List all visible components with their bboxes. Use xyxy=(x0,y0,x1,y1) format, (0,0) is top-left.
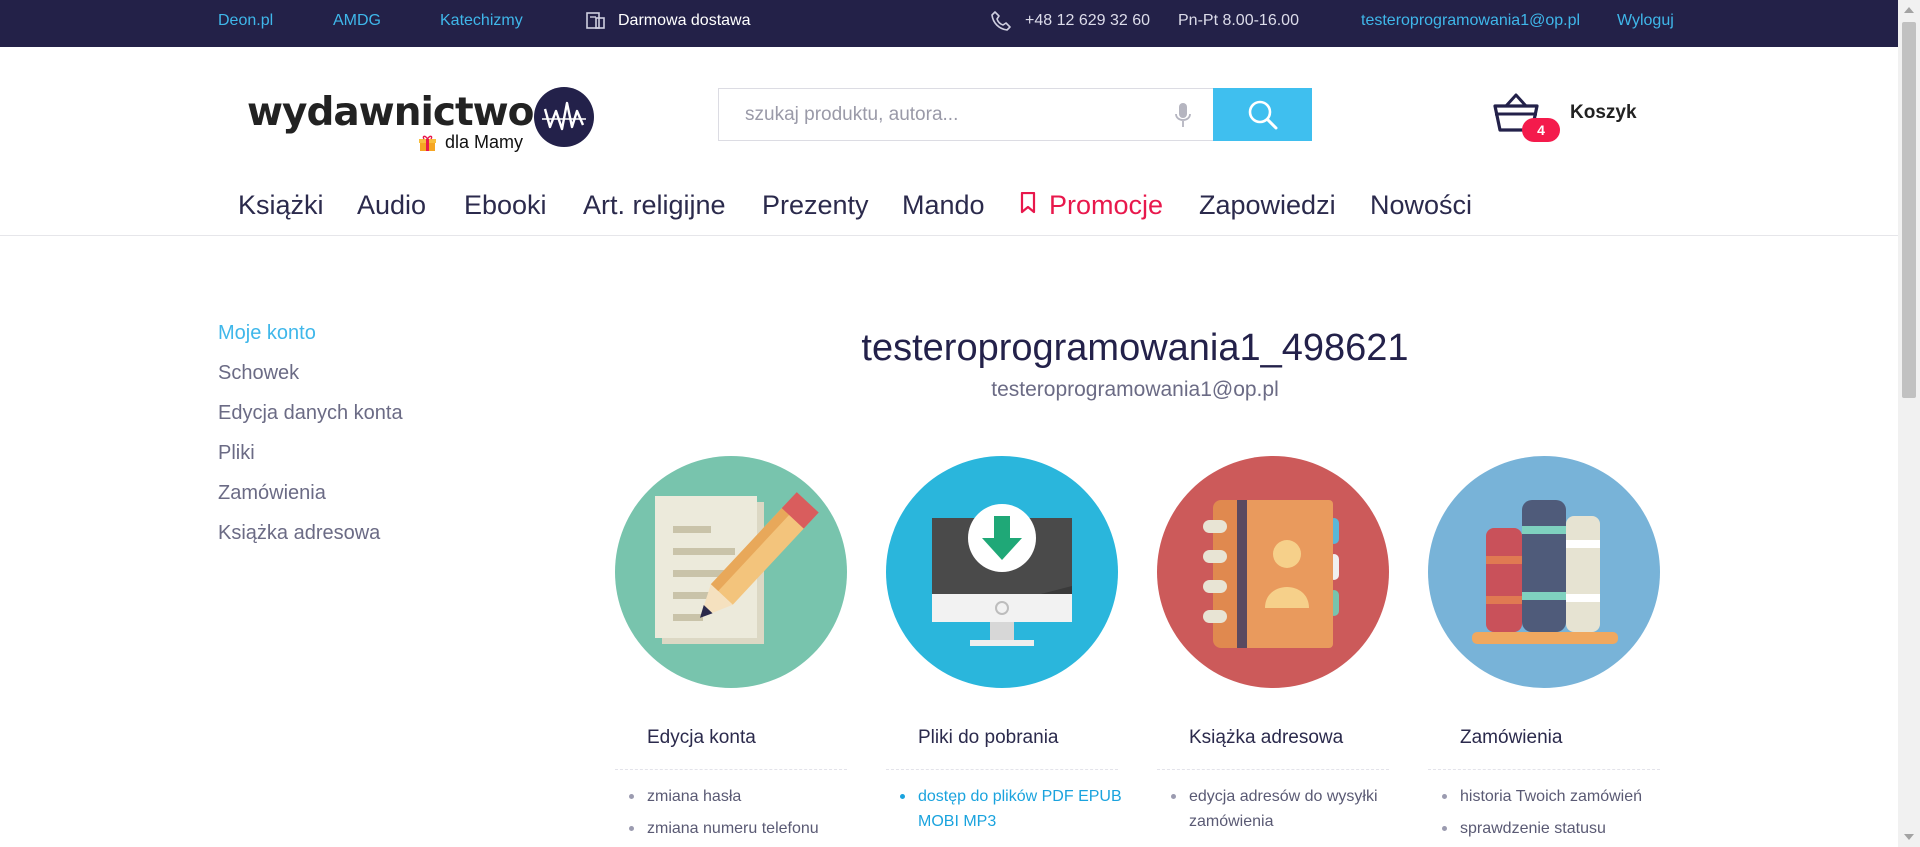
account-email-link[interactable]: testeroprogramowania1@op.pl xyxy=(1361,0,1580,41)
list-item-link[interactable]: dostęp do plików PDF EPUB MOBI MP3 xyxy=(900,784,1128,834)
search-icon xyxy=(1248,100,1277,129)
free-shipping-label: Darmowa dostawa xyxy=(618,12,751,29)
card-pliki-do-pobrania[interactable]: Pliki do pobrania dostęp do plików PDF E… xyxy=(886,456,1122,847)
nav-item-ksiazki[interactable]: Książki xyxy=(238,190,324,221)
nav-item-prezenty[interactable]: Prezenty xyxy=(762,190,869,221)
link-deon[interactable]: Deon.pl xyxy=(218,0,273,41)
card-title[interactable]: Edycja konta xyxy=(647,727,756,749)
sidebar-item-zamowienia[interactable]: Zamówienia xyxy=(218,482,326,505)
card-title[interactable]: Książka adresowa xyxy=(1189,727,1343,749)
sidebar-item-pliki[interactable]: Pliki xyxy=(218,442,255,465)
opening-hours: Pn-Pt 8.00-16.00 xyxy=(1178,12,1299,29)
sidebar-item-edycja-danych[interactable]: Edycja danych konta xyxy=(218,402,403,425)
wam-icon xyxy=(542,101,586,131)
card-title[interactable]: Pliki do pobrania xyxy=(918,727,1058,749)
nav-item-art-religijne[interactable]: Art. religijne xyxy=(583,190,726,221)
logo-tagline: dla Mamy xyxy=(445,132,524,152)
nav-item-mando[interactable]: Mando xyxy=(902,190,985,221)
logout-link[interactable]: Wyloguj xyxy=(1617,0,1674,41)
scroll-down-arrow[interactable] xyxy=(1898,827,1920,847)
phone-number: +48 12 629 32 60 xyxy=(1025,12,1151,29)
sidebar-item-schowek[interactable]: Schowek xyxy=(218,362,299,385)
main-navigation: Książki Audio Ebooki Art. religijne Prez… xyxy=(0,180,1898,236)
top-bar: Deon.pl AMDG Katechizmy Darmowa dostawa … xyxy=(0,0,1898,47)
address-book-icon[interactable] xyxy=(1157,456,1389,688)
bookmark-icon xyxy=(1020,192,1036,214)
link-katechizmy[interactable]: Katechizmy xyxy=(440,0,523,41)
search-bar xyxy=(718,88,1312,141)
nav-item-nowosci[interactable]: Nowości xyxy=(1370,190,1472,221)
card-edycja-konta[interactable]: Edycja konta zmiana hasła zmiana numeru … xyxy=(615,456,847,847)
link-amdg[interactable]: AMDG xyxy=(333,0,381,41)
search-button[interactable] xyxy=(1213,88,1312,141)
nav-item-promocje[interactable]: Promocje xyxy=(1049,190,1163,221)
logo-badge xyxy=(534,87,594,147)
nav-item-audio[interactable]: Audio xyxy=(357,190,426,221)
list-item: zmiana hasła xyxy=(629,784,857,809)
list-item: sprawdzenie statusu xyxy=(1442,816,1670,841)
nav-item-ebooki[interactable]: Ebooki xyxy=(464,190,547,221)
site-logo[interactable]: wydawnictwo dla Mamy xyxy=(247,84,597,156)
cart-button[interactable]: 4 Koszyk xyxy=(1492,92,1642,147)
download-monitor-icon[interactable] xyxy=(886,456,1118,688)
nav-item-zapowiedzi[interactable]: Zapowiedzi xyxy=(1199,190,1336,221)
edit-document-icon[interactable] xyxy=(615,456,847,688)
card-divider xyxy=(886,769,1118,770)
microphone-icon[interactable] xyxy=(1175,102,1191,128)
card-divider xyxy=(1157,769,1389,770)
search-input[interactable] xyxy=(719,89,1189,140)
scrollbar-thumb[interactable] xyxy=(1902,22,1916,398)
list-item: zmiana numeru telefonu xyxy=(629,816,857,841)
list-item: historia Twoich zamówień xyxy=(1442,784,1670,809)
phone-icon xyxy=(991,11,1011,31)
cart-label: Koszyk xyxy=(1570,102,1637,123)
sidebar-item-ksiazka-adresowa[interactable]: Książka adresowa xyxy=(218,522,380,545)
package-icon xyxy=(586,12,605,29)
gift-icon xyxy=(419,135,436,151)
card-zamowienia[interactable]: Zamówienia historia Twoich zamówień spra… xyxy=(1428,456,1660,847)
cart-count-badge: 4 xyxy=(1522,118,1560,142)
page-scrollbar[interactable] xyxy=(1898,0,1920,847)
profile-email: testeroprogramowania1@op.pl xyxy=(991,378,1279,401)
card-ksiazka-adresowa[interactable]: Książka adresowa edycja adresów do wysył… xyxy=(1157,456,1389,847)
card-divider xyxy=(615,769,847,770)
profile-username: testeroprogramowania1_498621 xyxy=(861,327,1409,369)
sidebar-item-moje-konto[interactable]: Moje konto xyxy=(218,322,316,345)
card-title[interactable]: Zamówienia xyxy=(1460,727,1562,749)
list-item: edycja adresów do wysyłki zamówienia xyxy=(1171,784,1399,834)
scroll-up-arrow[interactable] xyxy=(1898,0,1920,20)
books-icon[interactable] xyxy=(1428,456,1660,688)
card-divider xyxy=(1428,769,1660,770)
logo-wordmark: wydawnictwo xyxy=(247,90,534,135)
